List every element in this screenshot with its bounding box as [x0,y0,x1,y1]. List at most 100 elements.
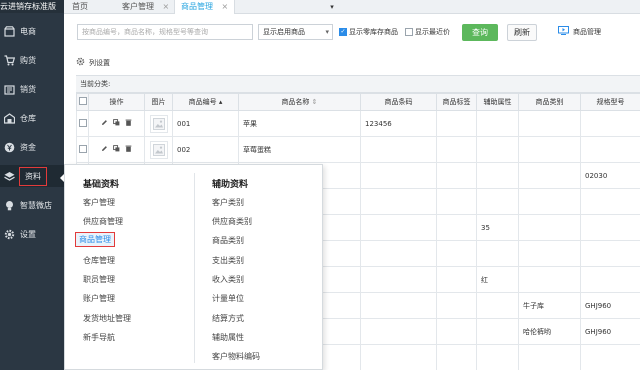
close-icon[interactable]: × [222,2,229,11]
checkbox-icon [405,28,413,36]
cell-aux-attr [476,136,519,163]
sidebar-item-smart-store[interactable]: 智慧微店 [0,194,64,216]
sidebar-item-sales[interactable]: 销货 [0,78,64,100]
query-button[interactable]: 查询 [462,24,498,41]
menu-item-basic-2[interactable]: 商品管理 [75,232,115,247]
toolbar: 按商品编号，商品名称，规格型号等查询 显示启用商品 ▾ ✓ 显示零库存商品 显示… [64,14,640,54]
cell-aux-attr [476,240,519,267]
cell-aux-attr: 红 [476,266,519,293]
sidebar-item-label: 设置 [20,229,36,239]
column-header-name[interactable]: 商品名称 ⇕ [238,93,361,111]
menu-item-basic-4[interactable]: 职员管理 [83,274,115,285]
cell-spec: 02030 [580,162,640,189]
column-header-select [76,93,89,111]
menu-item-basic-0[interactable]: 客户管理 [83,197,115,208]
cell-barcode [360,318,437,345]
table-row[interactable]: 001 苹果 123456 [76,110,640,137]
column-header-aux-attr: 辅助属性 [476,93,519,111]
menu-item-basic-1[interactable]: 供应商管理 [83,216,123,227]
cell-barcode: 123456 [360,110,437,137]
search-input[interactable]: 按商品编号，商品名称，规格型号等查询 [77,24,253,40]
column-header-category: 商品类别 [518,93,581,111]
checkbox-icon[interactable] [78,118,87,127]
cell-aux-attr [476,292,519,319]
sidebar-item-data[interactable]: 资料 [0,165,64,187]
show-recent-price-checkbox[interactable]: 显示最近价 [405,27,450,37]
cell-category [518,188,581,215]
column-header-code[interactable]: 商品编号 ▴ [172,93,239,111]
chevron-down-icon: ▾ [325,28,329,36]
copy-icon[interactable] [113,119,120,128]
copy-icon[interactable] [113,145,120,154]
cell-spec [580,266,640,293]
row-actions-cell [88,110,145,137]
tab-home[interactable]: 首页 [72,0,88,14]
cell-aux-attr [476,188,519,215]
menu-item-aux-6[interactable]: 结算方式 [212,313,244,324]
image-icon[interactable] [149,114,168,133]
cell-category: 哈伦裤哟 [518,318,581,345]
cell-name: 草莓蛋糕 [238,136,361,163]
sidebar-item-settings[interactable]: 设置 [0,223,64,245]
sidebar-item-purchase[interactable]: 购货 [0,49,64,71]
sidebar-item-funds[interactable]: 资金 [0,136,64,158]
menu-item-aux-1[interactable]: 供应商类别 [212,216,252,227]
menu-item-aux-8[interactable]: 客户物料编码 [212,351,260,362]
show-zero-stock-checkbox[interactable]: ✓ 显示零库存商品 [339,27,398,37]
screen-icon [558,26,569,37]
column-header-image: 图片 [144,93,173,111]
edit-icon[interactable] [101,145,108,154]
menu-item-basic-3[interactable]: 仓库管理 [83,255,115,266]
menu-item-basic-6[interactable]: 发货地址管理 [83,313,131,324]
checkbox-icon[interactable] [78,144,87,153]
cell-barcode [360,136,437,163]
menu-item-aux-2[interactable]: 商品类别 [212,235,244,246]
cell-tag [436,344,477,370]
table-row[interactable]: 002 草莓蛋糕 [76,136,640,163]
sidebar-item-warehouse[interactable]: 仓库 [0,107,64,129]
tab-label: 客户管理 [122,2,154,11]
edit-icon[interactable] [101,119,108,128]
cell-tag [436,162,477,189]
menu-item-aux-5[interactable]: 计量单位 [212,293,244,304]
menu-item-basic-5[interactable]: 账户管理 [83,293,115,304]
image-icon[interactable] [149,140,168,159]
tab-product-management[interactable]: 商品管理 × [174,0,236,15]
product-management-link[interactable]: 商品管理 [558,26,601,37]
sales-icon [3,83,15,95]
row-actions [90,119,144,128]
cell-aux-attr: 35 [476,214,519,241]
status-select[interactable]: 显示启用商品 ▾ [258,24,333,40]
cell-category [518,110,581,137]
data-menu-panel: 基础资料 客户管理 供应商管理 商品管理 仓库管理 职员管理 账户管理 发货地址管理 新手导航… [64,164,323,370]
row-image-cell [144,110,173,137]
cell-category [518,344,581,370]
column-header-tag: 商品标签 [436,93,477,111]
sidebar-item-ecommerce[interactable]: 电商 [0,20,64,42]
cell-tag [436,136,477,163]
money-icon [3,141,15,153]
sort-up-icon: ▴ [218,98,223,106]
delete-icon[interactable] [125,119,132,128]
refresh-button[interactable]: 刷新 [507,24,537,41]
sort-icon: ⇕ [311,98,318,106]
checkbox-icon[interactable] [78,97,87,105]
cell-spec [580,136,640,163]
menu-item-basic-7[interactable]: 新手导航 [83,332,115,343]
sidebar-item-label: 电商 [20,26,36,36]
tab-customer-management[interactable]: 客户管理 × [122,0,169,14]
menu-item-aux-3[interactable]: 支出类别 [212,255,244,266]
close-icon[interactable]: × [163,2,170,11]
menu-item-aux-0[interactable]: 客户类别 [212,197,244,208]
column-header-label: 商品编号 [188,98,217,106]
cell-spec [580,214,640,241]
column-settings-button[interactable]: 列设置 [76,57,110,68]
cell-name: 苹果 [238,110,361,137]
cell-spec [580,240,640,267]
menu-item-aux-7[interactable]: 辅助属性 [212,332,244,343]
column-settings-label: 列设置 [89,58,110,67]
delete-icon[interactable] [125,145,132,154]
chevron-down-icon[interactable]: ▾ [326,0,338,14]
menu-item-aux-4[interactable]: 收入类别 [212,274,244,285]
cell-tag [436,240,477,267]
